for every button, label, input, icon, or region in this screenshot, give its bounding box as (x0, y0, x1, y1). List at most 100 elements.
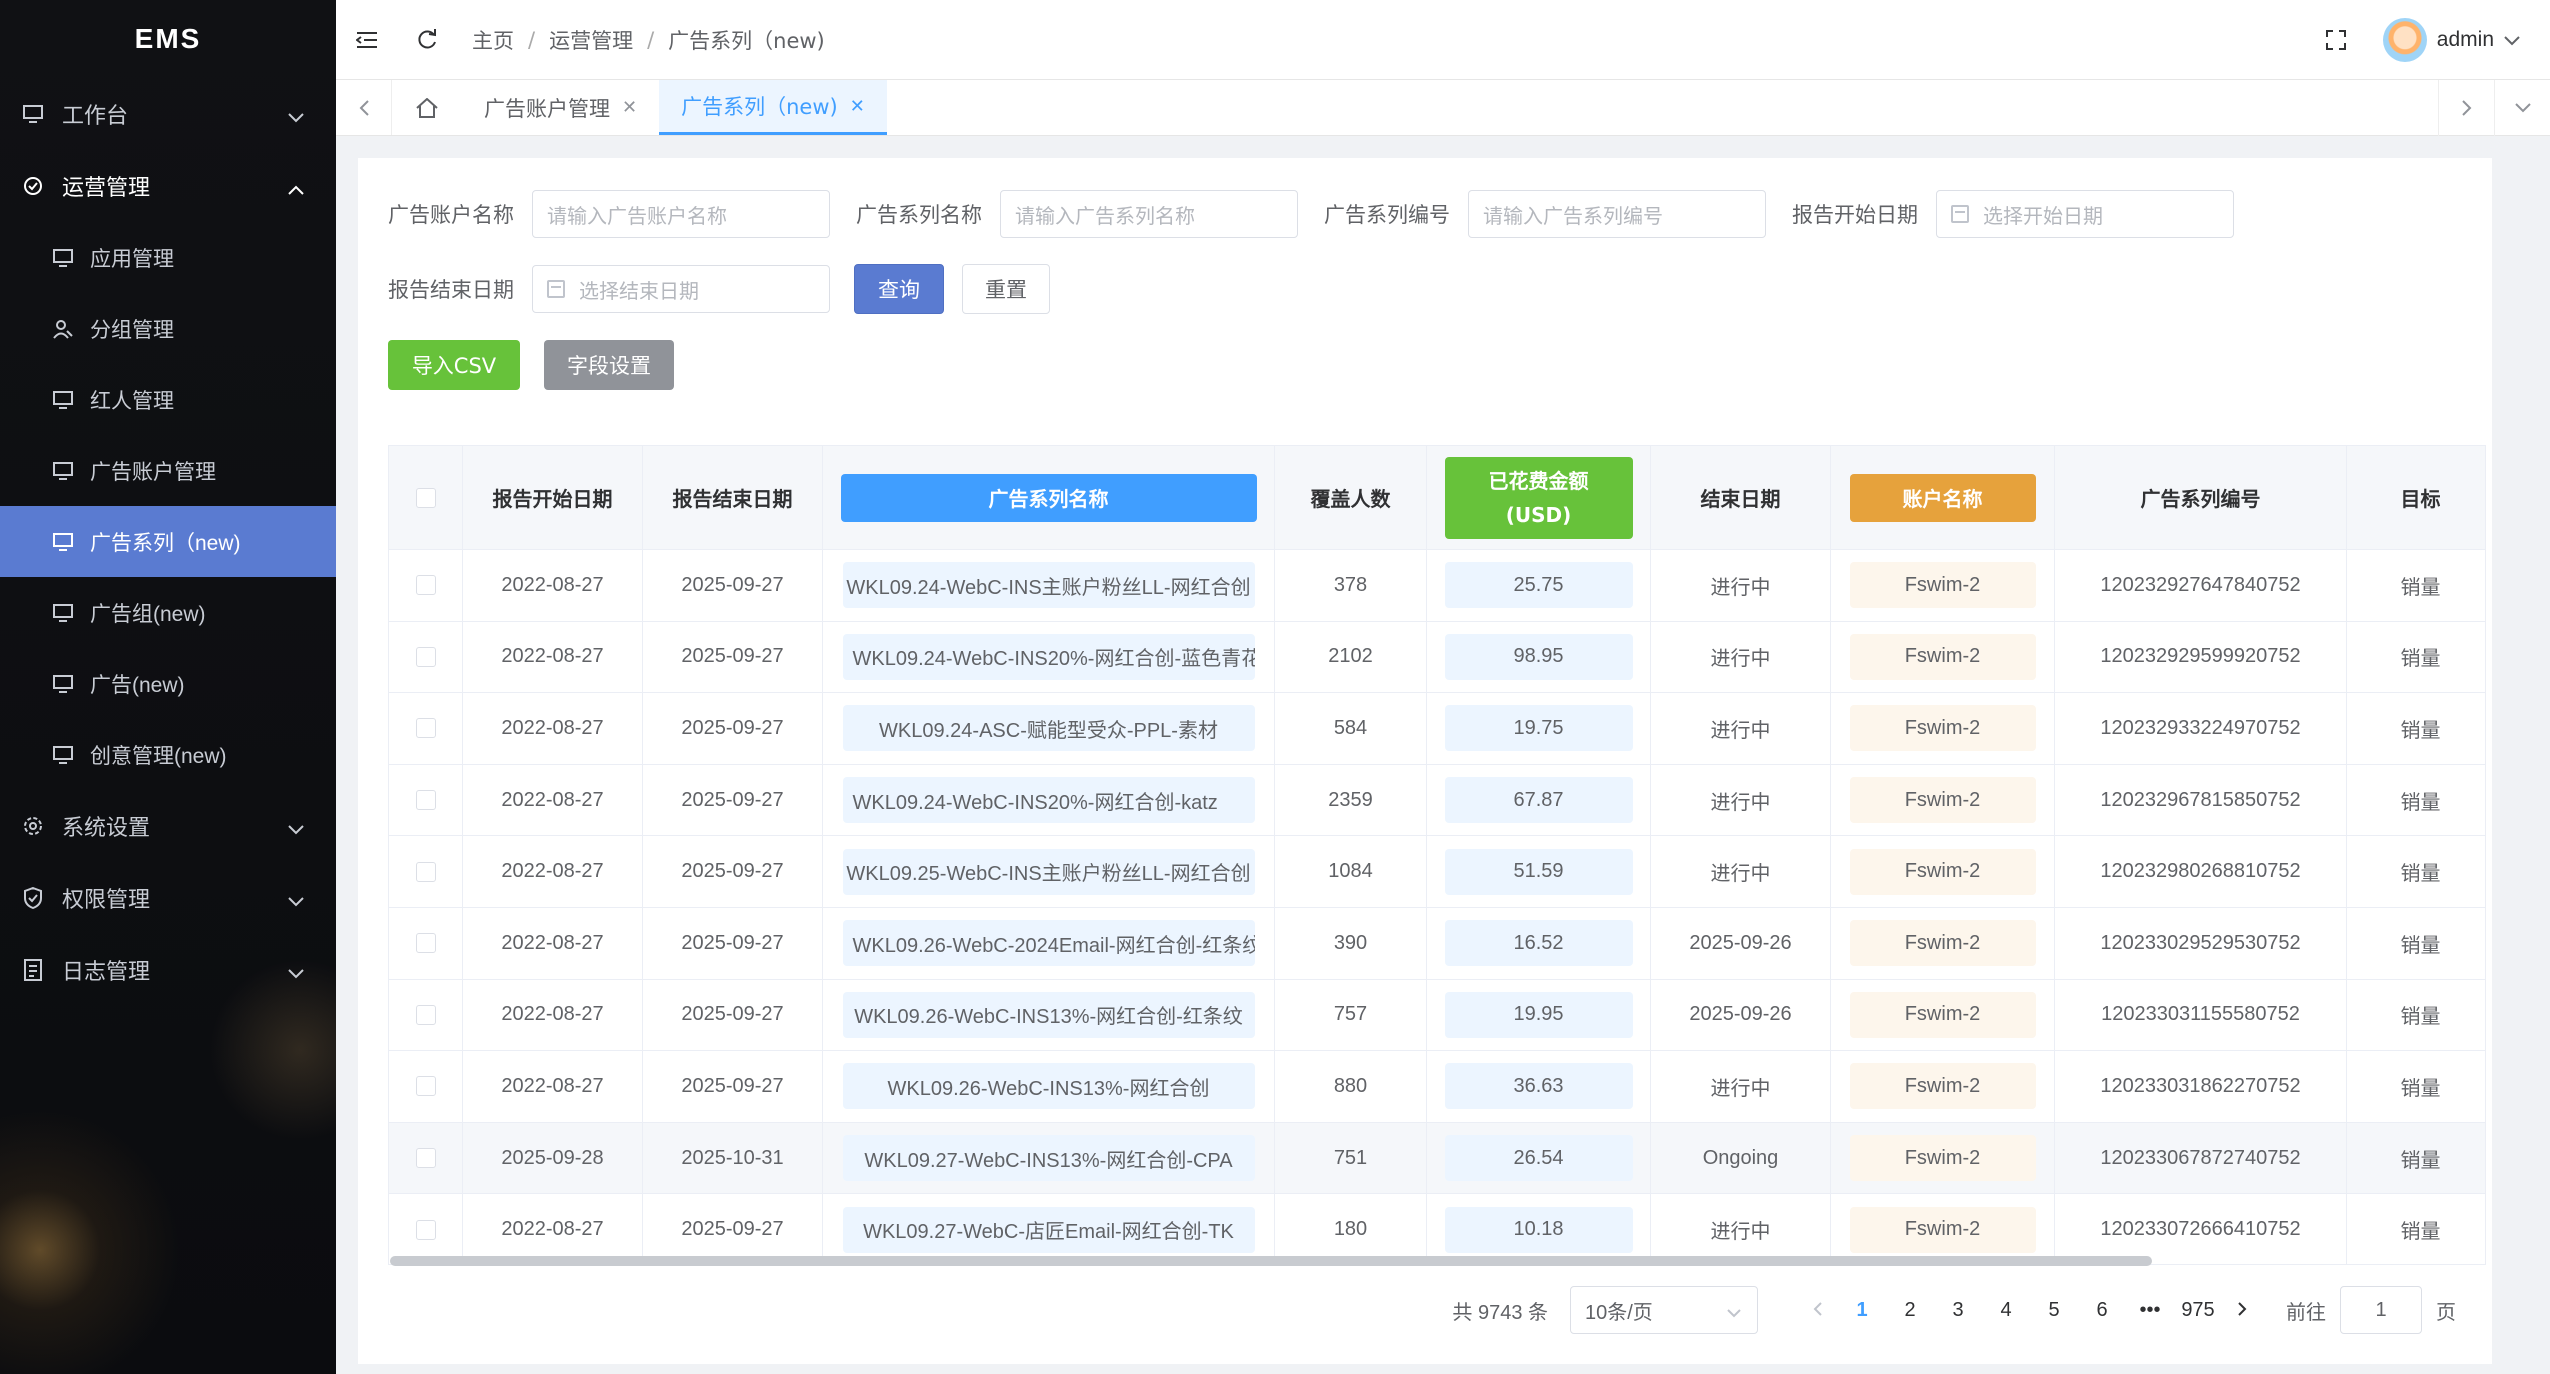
row-checkbox[interactable] (415, 790, 436, 811)
table-row[interactable]: 2025-09-28 2025-10-31 WKL09.27-WebC-INS13%… (389, 1122, 2485, 1195)
avatar[interactable] (2382, 18, 2427, 62)
breadcrumb-home[interactable]: 主页 (472, 25, 514, 55)
page-number[interactable]: 1 (1838, 1299, 1886, 1322)
sidebar-group-permissions[interactable]: 权限管理 (0, 862, 336, 934)
home-icon[interactable] (392, 80, 462, 135)
next-page-icon[interactable] (2222, 1299, 2262, 1322)
import-csv-button[interactable]: 导入CSV (388, 340, 520, 390)
sidebar-group-system-settings[interactable]: 系统设置 (0, 790, 336, 862)
page-number[interactable]: 975 (2174, 1299, 2222, 1322)
row-checkbox[interactable] (415, 718, 436, 739)
chevron-down-icon[interactable] (2494, 80, 2550, 136)
column-header-campaign-name[interactable]: 广告系列名称 (823, 446, 1275, 549)
table-row[interactable]: 2022-08-27 2025-09-27 WKL09.26-WebC-2024Em… (389, 907, 2485, 980)
column-header[interactable]: 覆盖人数 (1275, 446, 1427, 549)
row-checkbox[interactable] (415, 1148, 436, 1169)
tab-campaign-new[interactable]: 广告系列（new) ✕ (659, 80, 887, 135)
table-row[interactable]: 2022-08-27 2025-09-27 WKL09.24-WebC-INS20%… (389, 764, 2485, 837)
start-date-picker[interactable]: 选择开始日期 (1936, 190, 2234, 238)
refresh-icon[interactable] (410, 23, 444, 57)
prev-page-icon[interactable] (1798, 1299, 1838, 1322)
campaign-name-input[interactable]: 请输入广告系列名称 (1000, 190, 1298, 238)
sidebar-group-workbench[interactable]: 工作台 (0, 78, 336, 150)
spend-cell: 19.75 (1427, 693, 1651, 764)
row-checkbox[interactable] (415, 861, 436, 882)
column-header[interactable]: 报告开始日期 (463, 446, 643, 549)
page-ellipsis[interactable]: ••• (2126, 1299, 2174, 1322)
sidebar-group-logs[interactable]: 日志管理 (0, 934, 336, 1006)
tab-ad-account-management[interactable]: 广告账户管理 ✕ (462, 80, 659, 135)
sidebar-group-operations[interactable]: 运营管理 (0, 150, 336, 222)
breadcrumb-operations[interactable]: 运营管理 (549, 25, 633, 55)
spend-value: 10.18 (1444, 1206, 1633, 1253)
sidebar-item-influencer-management[interactable]: 红人管理 (0, 364, 336, 435)
row-checkbox[interactable] (415, 1076, 436, 1097)
page-number[interactable]: 2 (1886, 1299, 1934, 1322)
row-checkbox[interactable] (415, 646, 436, 667)
table-row[interactable]: 2022-08-27 2025-09-27 WKL09.24-ASC-赋能型受众-P… (389, 693, 2485, 765)
column-header-label: 账户名称 (1849, 473, 2036, 522)
goto-page-input[interactable]: 1 (2340, 1286, 2422, 1334)
account-name-cell: Fswim-2 (1831, 1122, 2055, 1194)
fullscreen-icon[interactable] (2319, 23, 2353, 57)
spend-value: 67.87 (1444, 777, 1633, 824)
start-date-cell: 2022-08-27 (463, 621, 643, 693)
sidebar-item-creative-new[interactable]: 创意管理(new) (0, 719, 336, 790)
campaign-name-cell: WKL09.26-WebC-INS13%-网红合创-红条纹 (823, 979, 1275, 1051)
campaign-id-input[interactable]: 请输入广告系列编号 (1468, 190, 1766, 238)
sidebar-item-app-management[interactable]: 应用管理 (0, 222, 336, 293)
table-row[interactable]: 2022-08-27 2025-09-27 WKL09.26-WebC-INS13%… (389, 979, 2485, 1052)
end-date-picker[interactable]: 选择结束日期 (532, 265, 830, 313)
campaign-name-value: WKL09.26-WebC-INS13%-网红合创-红条纹 (842, 991, 1255, 1038)
page-number[interactable]: 3 (1934, 1299, 1982, 1322)
account-name-input[interactable]: 请输入广告账户名称 (532, 190, 830, 238)
column-header[interactable]: 目标 (2347, 446, 2485, 549)
column-header[interactable]: 结束日期 (1651, 446, 1831, 549)
sidebar-item-campaign-new[interactable]: 广告系列（new) (0, 506, 336, 577)
table-row[interactable]: 2022-08-27 2025-09-27 WKL09.26-WebC-INS13%… (389, 1051, 2485, 1123)
close-icon[interactable]: ✕ (622, 97, 637, 118)
sidebar-group-label: 日志管理 (62, 960, 151, 985)
sidebar-item-adset-new[interactable]: 广告组(new) (0, 577, 336, 648)
row-checkbox[interactable] (415, 933, 436, 954)
spend-cell: 67.87 (1427, 764, 1651, 836)
column-header-account-name[interactable]: 账户名称 (1831, 446, 2055, 549)
row-checkbox[interactable] (415, 575, 436, 596)
sidebar-item-group-management[interactable]: 分组管理 (0, 293, 336, 364)
row-checkbox[interactable] (415, 1004, 436, 1025)
page-number[interactable]: 6 (2078, 1299, 2126, 1322)
objective-cell: 销量 (2347, 908, 2485, 979)
column-header[interactable]: 报告结束日期 (643, 446, 823, 549)
query-button[interactable]: 查询 (854, 264, 944, 314)
gear-icon (22, 815, 44, 837)
row-checkbox[interactable] (415, 1219, 436, 1240)
objective-cell: 销量 (2347, 1194, 2485, 1264)
row-checkbox-cell (389, 621, 463, 693)
chevron-down-icon[interactable] (2504, 31, 2520, 50)
tab-scroll-left-icon[interactable] (336, 80, 392, 135)
page-size-select[interactable]: 10条/页 (1570, 1286, 1758, 1334)
tab-scroll-right-icon[interactable] (2438, 80, 2494, 136)
table-row[interactable]: 2022-08-27 2025-09-27 WKL09.24-WebC-INS主账户… (389, 550, 2485, 622)
close-icon[interactable]: ✕ (850, 96, 865, 117)
menu-collapse-icon[interactable] (350, 23, 384, 57)
reset-button[interactable]: 重置 (962, 264, 1050, 314)
objective-cell: 销量 (2347, 765, 2485, 836)
column-header[interactable]: 广告系列编号 (2055, 446, 2347, 549)
horizontal-scrollbar[interactable] (390, 1256, 2152, 1266)
column-header-spend[interactable]: 已花费金额 (USD) (1427, 446, 1651, 549)
page-number[interactable]: 5 (2030, 1299, 2078, 1322)
start-date-cell: 2022-08-27 (463, 836, 643, 907)
table-row[interactable]: 2022-08-27 2025-09-27 WKL09.27-WebC-店匠Emai… (389, 1194, 2485, 1264)
chevron-down-icon (288, 888, 304, 913)
campaign-name-value: WKL09.24-WebC-INS20%-网红合创-katz (842, 777, 1255, 824)
page-number[interactable]: 4 (1982, 1299, 2030, 1322)
sidebar-item-ad-account-management[interactable]: 广告账户管理 (0, 435, 336, 506)
field-settings-button[interactable]: 字段设置 (544, 340, 674, 390)
user-name[interactable]: admin (2437, 28, 2494, 52)
table-row[interactable]: 2022-08-27 2025-09-27 WKL09.25-WebC-INS主账户… (389, 836, 2485, 908)
table-row[interactable]: 2022-08-27 2025-09-27 WKL09.24-WebC-INS20%… (389, 621, 2485, 694)
start-date-cell: 2022-08-27 (463, 1194, 643, 1264)
sidebar-item-ad-new[interactable]: 广告(new) (0, 648, 336, 719)
select-all-checkbox[interactable] (415, 487, 436, 508)
